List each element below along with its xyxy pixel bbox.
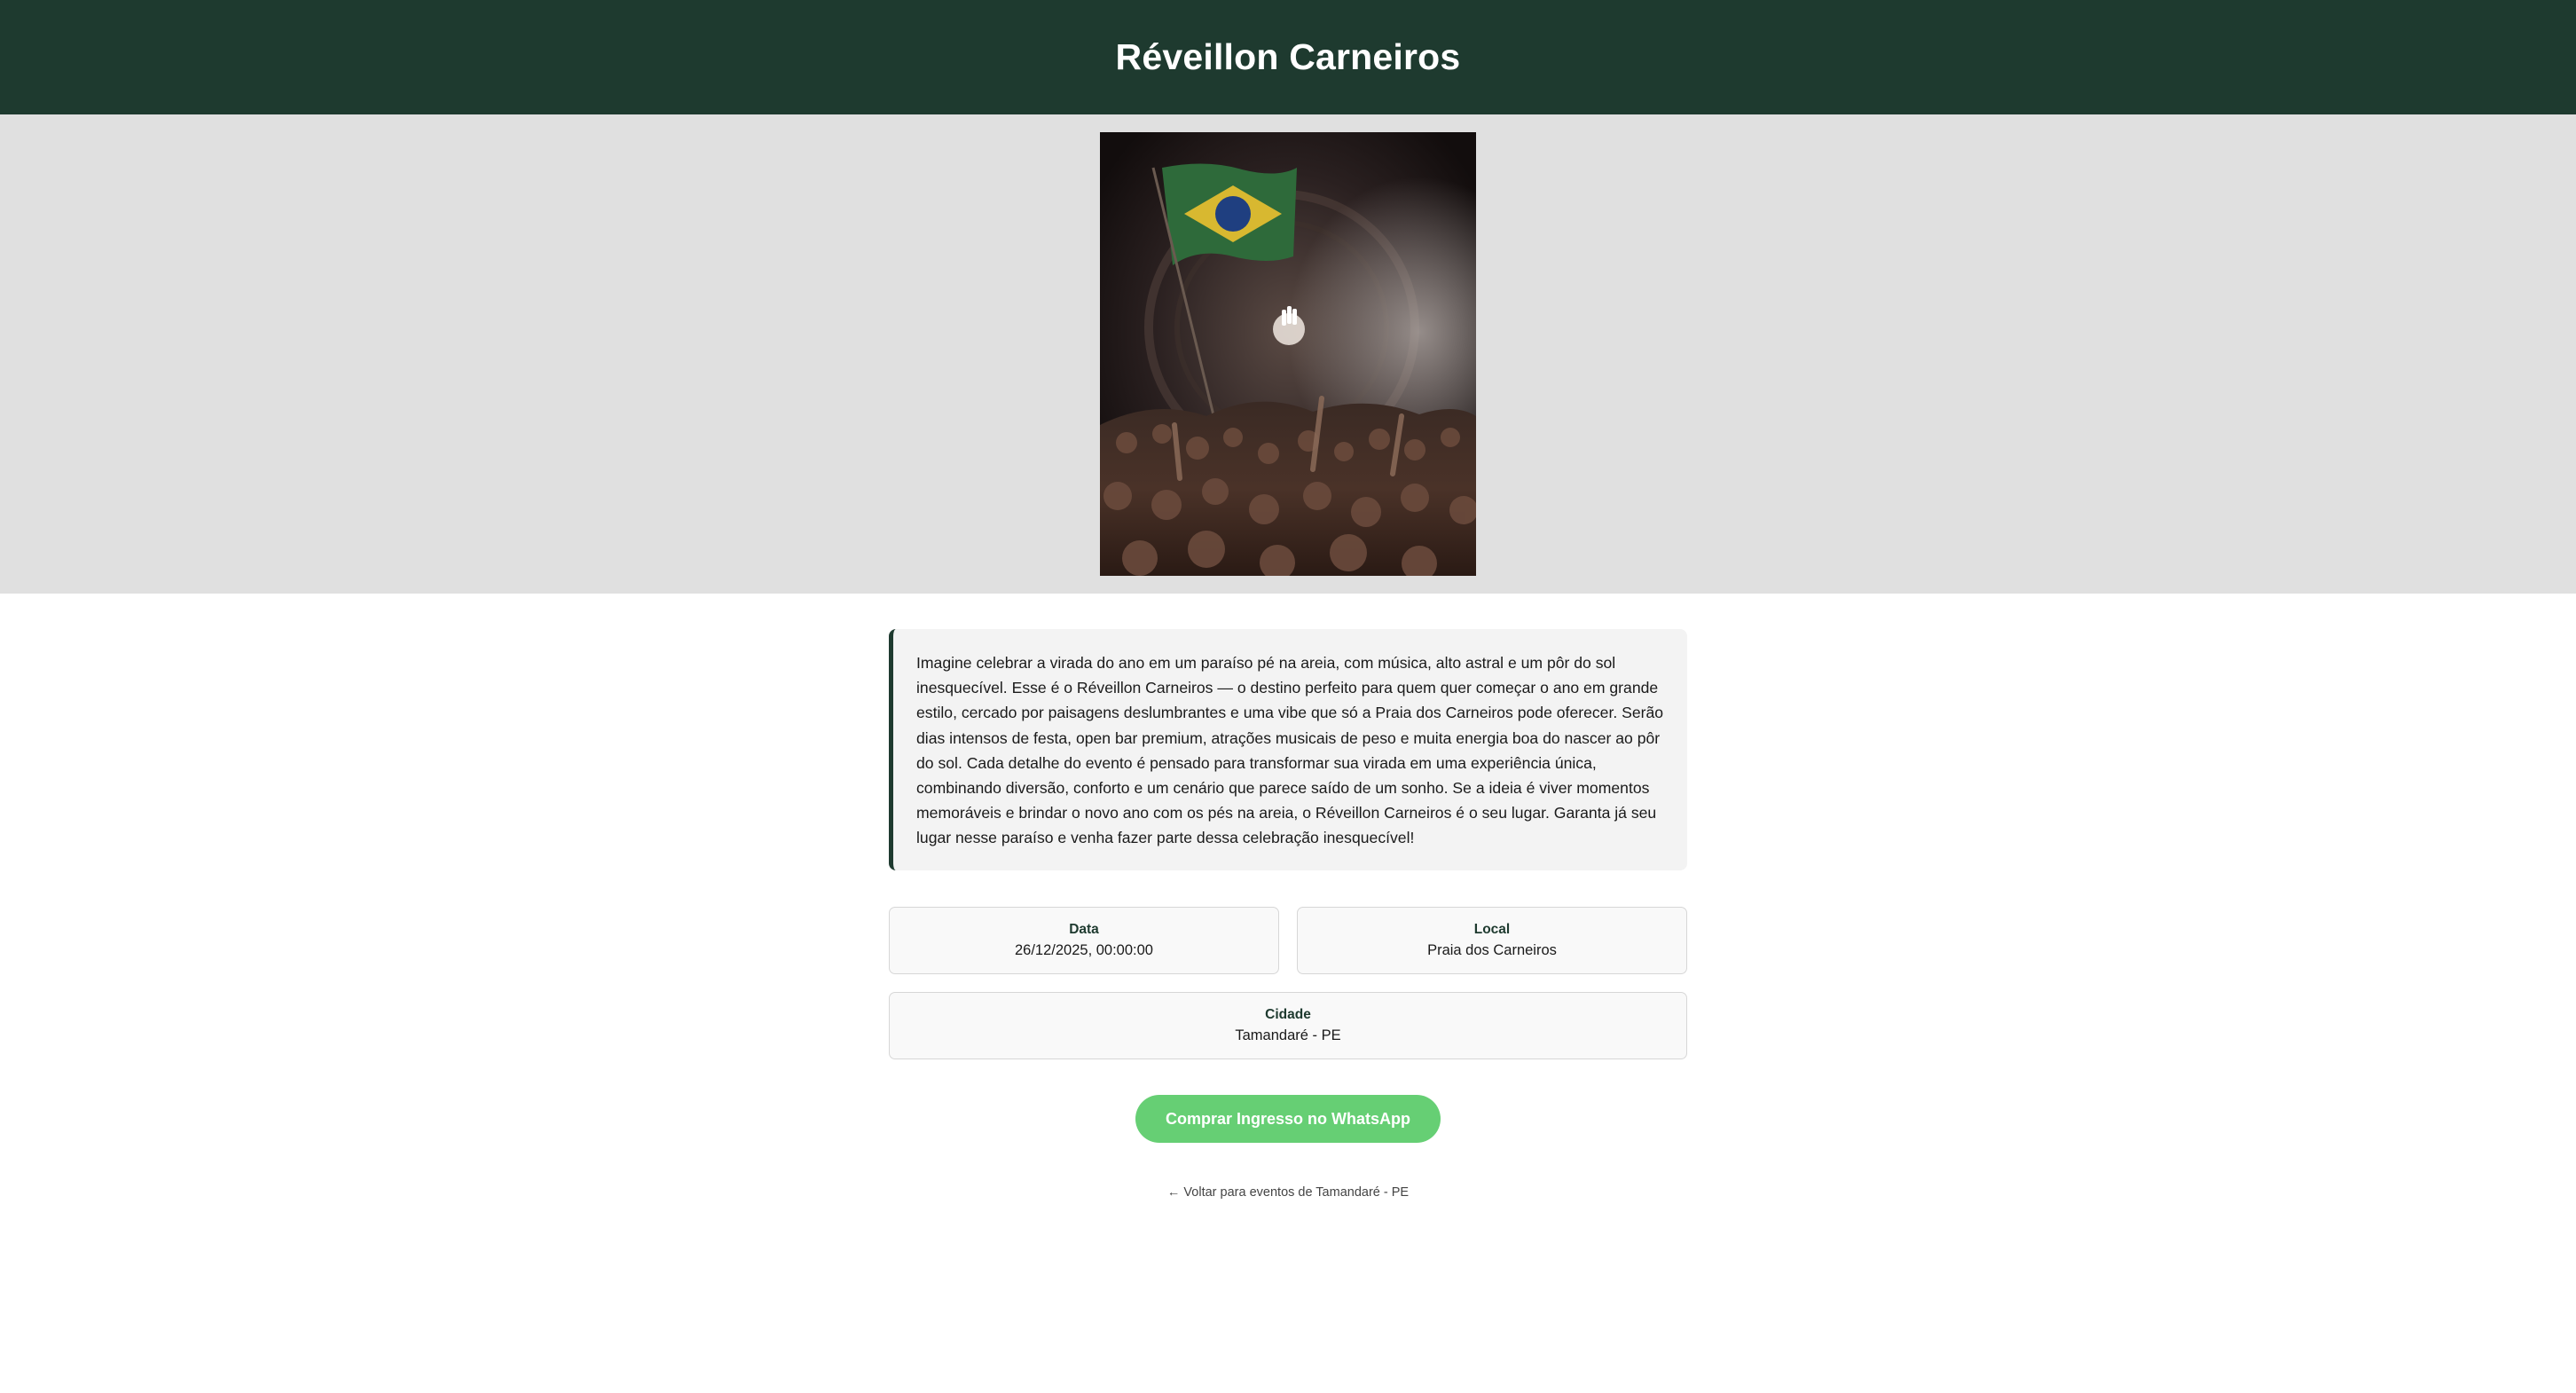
page-title: Réveillon Carneiros	[1115, 36, 1461, 77]
city-card: Cidade Tamandaré - PE	[889, 992, 1687, 1059]
location-value: Praia dos Carneiros	[1427, 942, 1557, 958]
hero-banner	[0, 114, 2576, 594]
city-value: Tamandaré - PE	[1235, 1027, 1341, 1043]
buy-ticket-whatsapp-button[interactable]: Comprar Ingresso no WhatsApp	[1135, 1095, 1441, 1143]
location-label: Local	[1473, 922, 1511, 937]
event-description: Imagine celebrar a virada do ano em um p…	[889, 629, 1687, 870]
location-card: Local Praia dos Carneiros	[1297, 907, 1687, 974]
date-card: Data 26/12/2025, 00:00:00	[889, 907, 1279, 974]
page-header: Réveillon Carneiros	[0, 0, 2576, 114]
back-to-city-events-link[interactable]: ← Voltar para eventos de Tamandaré - PE	[1064, 1185, 1512, 1200]
date-label: Data	[1069, 922, 1099, 937]
event-photo	[1100, 132, 1476, 576]
city-label: Cidade	[1265, 1007, 1311, 1022]
date-value: 26/12/2025, 00:00:00	[1015, 942, 1153, 958]
